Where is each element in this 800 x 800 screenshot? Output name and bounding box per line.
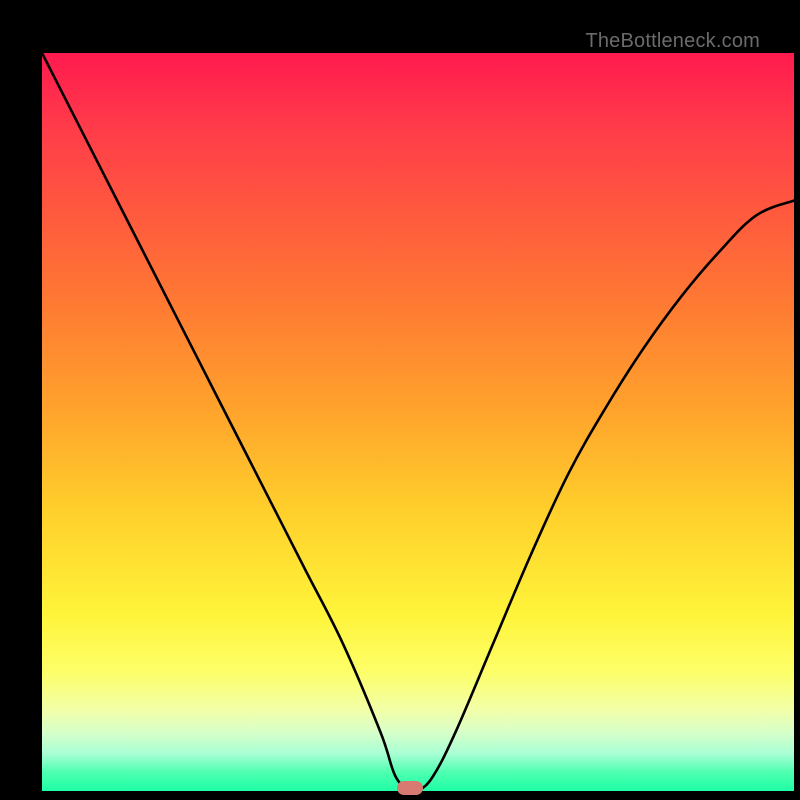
plot-area xyxy=(42,53,794,791)
outer-frame: TheBottleneck.com xyxy=(18,18,782,782)
minimum-marker xyxy=(397,781,423,795)
bottleneck-curve xyxy=(42,53,794,791)
watermark-text: TheBottleneck.com xyxy=(585,30,760,53)
